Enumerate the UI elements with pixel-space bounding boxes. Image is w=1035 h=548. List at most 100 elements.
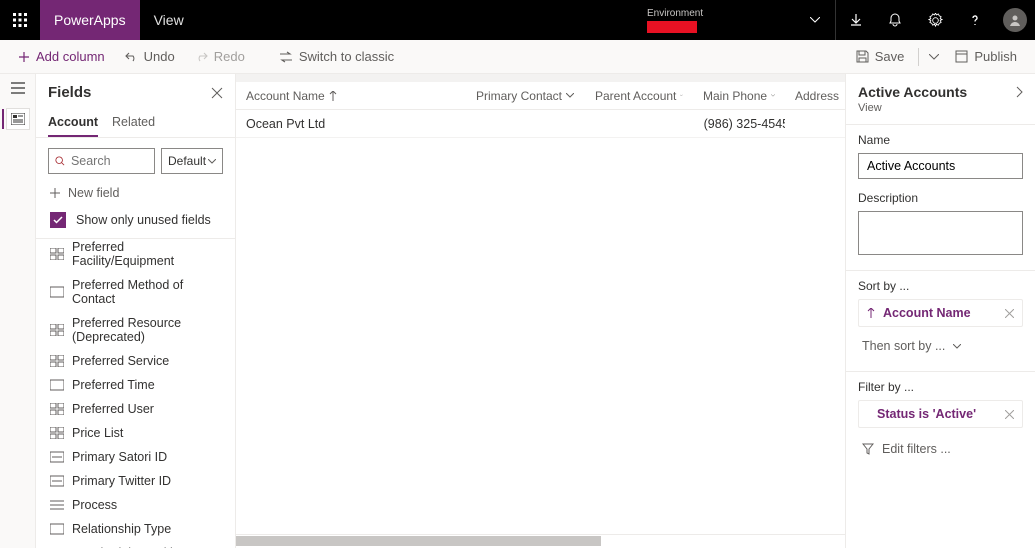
view-name-input[interactable] bbox=[858, 153, 1023, 179]
close-icon[interactable] bbox=[1005, 309, 1014, 318]
field-label: Preferred Resource (Deprecated) bbox=[72, 316, 221, 344]
chevron-down-icon bbox=[566, 93, 574, 98]
field-item[interactable]: Primary Twitter ID bbox=[36, 469, 235, 493]
field-item[interactable]: Reschedule Booking Recurrence? bbox=[36, 541, 235, 548]
chevron-right-icon[interactable] bbox=[1016, 86, 1023, 98]
field-label: Preferred Facility/Equipment bbox=[72, 240, 221, 268]
name-label: Name bbox=[858, 133, 1023, 147]
fields-panel-title: Fields bbox=[48, 84, 91, 101]
chevron-down-icon bbox=[929, 54, 939, 60]
add-column-label: Add column bbox=[36, 49, 105, 64]
undo-button[interactable]: Undo bbox=[115, 40, 185, 73]
then-sort-label: Then sort by ... bbox=[862, 339, 945, 353]
column-header[interactable]: Parent Account bbox=[585, 89, 693, 103]
filterby-label: Filter by ... bbox=[858, 380, 1023, 394]
new-field-button[interactable]: New field bbox=[36, 182, 235, 204]
publish-icon bbox=[955, 50, 968, 63]
field-list[interactable]: Preferred Facility/Equipment Preferred Me… bbox=[36, 238, 235, 548]
table-row[interactable]: Ocean Pvt Ltd (986) 325-4545 bbox=[236, 110, 845, 138]
edit-filters-label: Edit filters ... bbox=[882, 442, 951, 456]
product-brand: PowerApps bbox=[40, 0, 140, 40]
field-item[interactable]: Process bbox=[36, 493, 235, 517]
then-sort-button[interactable]: Then sort by ... bbox=[858, 333, 1023, 359]
sort-chip[interactable]: Account Name bbox=[858, 299, 1023, 327]
environment-picker[interactable]: Environment bbox=[635, 8, 795, 33]
combo-value: Default bbox=[168, 154, 206, 168]
field-label: Price List bbox=[72, 426, 123, 440]
save-button[interactable]: Save bbox=[846, 40, 915, 73]
close-icon[interactable] bbox=[211, 87, 223, 99]
rail-view-item[interactable] bbox=[6, 108, 30, 130]
environment-value-redacted bbox=[647, 21, 697, 33]
column-header[interactable]: Main Phone bbox=[693, 89, 785, 103]
switch-label: Switch to classic bbox=[299, 49, 394, 64]
redo-label: Redo bbox=[214, 49, 245, 64]
field-item[interactable]: Primary Satori ID bbox=[36, 445, 235, 469]
plus-icon bbox=[18, 51, 30, 63]
user-avatar[interactable] bbox=[995, 0, 1035, 40]
switch-classic-button[interactable]: Switch to classic bbox=[269, 40, 404, 73]
show-unused-checkbox[interactable] bbox=[50, 212, 66, 228]
field-label: Preferred Service bbox=[72, 354, 169, 368]
hamburger-icon[interactable] bbox=[11, 82, 25, 94]
column-header[interactable]: Account Name bbox=[236, 89, 466, 103]
cell: Ocean Pvt Ltd bbox=[236, 117, 467, 131]
breadcrumb: View bbox=[140, 12, 198, 28]
switch-icon bbox=[279, 51, 293, 63]
help-icon[interactable] bbox=[955, 0, 995, 40]
new-field-label: New field bbox=[68, 186, 119, 200]
sort-chip-label: Account Name bbox=[883, 306, 971, 320]
undo-icon bbox=[125, 51, 138, 63]
field-item[interactable]: Preferred User bbox=[36, 397, 235, 421]
field-label: Preferred Method of Contact bbox=[72, 278, 221, 306]
filter-chip-label: Status is 'Active' bbox=[877, 407, 976, 421]
show-unused-label: Show only unused fields bbox=[76, 213, 211, 227]
search-input[interactable] bbox=[71, 154, 148, 168]
environment-label: Environment bbox=[647, 8, 787, 19]
column-header[interactable]: Address bbox=[785, 89, 845, 103]
field-item[interactable]: Relationship Type bbox=[36, 517, 235, 541]
gear-icon[interactable] bbox=[915, 0, 955, 40]
field-item[interactable]: Preferred Method of Contact bbox=[36, 273, 235, 311]
field-item[interactable]: Preferred Time bbox=[36, 373, 235, 397]
horizontal-scrollbar[interactable] bbox=[236, 534, 845, 548]
field-label: Preferred User bbox=[72, 402, 154, 416]
field-label: Preferred Time bbox=[72, 378, 155, 392]
filter-chip[interactable]: Status is 'Active' bbox=[858, 400, 1023, 428]
tab-related[interactable]: Related bbox=[112, 109, 155, 137]
view-name-title: Active Accounts bbox=[858, 84, 967, 100]
chevron-down-icon[interactable] bbox=[795, 0, 835, 40]
field-item[interactable]: Price List bbox=[36, 421, 235, 445]
field-label: Primary Satori ID bbox=[72, 450, 167, 464]
check-icon bbox=[53, 216, 63, 224]
add-column-button[interactable]: Add column bbox=[8, 40, 115, 73]
field-item[interactable]: Preferred Resource (Deprecated) bbox=[36, 311, 235, 349]
publish-button[interactable]: Publish bbox=[945, 40, 1027, 73]
close-icon[interactable] bbox=[1005, 410, 1014, 419]
view-description-input[interactable] bbox=[858, 211, 1023, 255]
field-label: Primary Twitter ID bbox=[72, 474, 171, 488]
field-filter-combo[interactable]: Default bbox=[161, 148, 223, 174]
download-icon[interactable] bbox=[835, 0, 875, 40]
chevron-down-icon bbox=[680, 93, 683, 98]
field-item[interactable]: Preferred Service bbox=[36, 349, 235, 373]
bell-icon[interactable] bbox=[875, 0, 915, 40]
field-item[interactable]: Preferred Facility/Equipment bbox=[36, 238, 235, 273]
column-header[interactable]: Primary Contact bbox=[466, 89, 585, 103]
chevron-down-icon bbox=[771, 93, 775, 98]
app-launcher[interactable] bbox=[0, 0, 40, 40]
save-label: Save bbox=[875, 49, 905, 64]
edit-filters-button[interactable]: Edit filters ... bbox=[858, 436, 1023, 462]
field-label: Process bbox=[72, 498, 117, 512]
grid-header: Account Name Primary Contact Parent Acco… bbox=[236, 82, 845, 110]
undo-label: Undo bbox=[144, 49, 175, 64]
filter-icon bbox=[862, 443, 874, 455]
field-search[interactable] bbox=[48, 148, 155, 174]
field-label: Relationship Type bbox=[72, 522, 171, 536]
save-menu[interactable] bbox=[923, 40, 945, 73]
tab-account[interactable]: Account bbox=[48, 109, 98, 137]
save-icon bbox=[856, 50, 869, 63]
sort-asc-icon bbox=[867, 308, 875, 318]
sort-asc-icon bbox=[329, 91, 337, 101]
redo-icon bbox=[195, 51, 208, 63]
